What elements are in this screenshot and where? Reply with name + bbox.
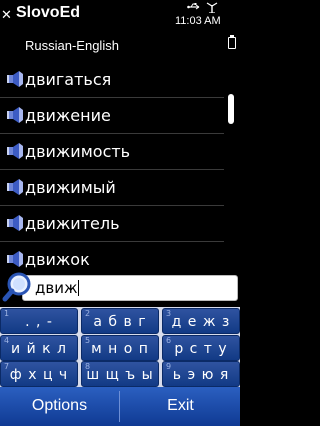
word-label: движитель (25, 214, 120, 233)
app-title: SlovoEd (16, 4, 81, 21)
word-list: двигаться движение движимость движимый д… (0, 62, 240, 272)
signal-antenna-icon (206, 2, 218, 13)
text-caret (78, 280, 80, 296)
speaker-icon[interactable] (6, 251, 24, 267)
softkey-bar: Options Exit (0, 387, 240, 426)
word-label: движимость (25, 142, 131, 161)
options-softkey[interactable]: Options (0, 387, 119, 426)
magnifier-icon[interactable] (2, 271, 34, 303)
key-label: а б в г (93, 314, 147, 330)
speaker-icon[interactable] (6, 215, 24, 231)
speaker-icon[interactable] (6, 143, 24, 159)
list-item[interactable]: движение (0, 98, 224, 134)
list-item[interactable]: двигаться (0, 62, 224, 98)
key-6[interactable]: 6 р с т у (162, 335, 240, 361)
speaker-icon[interactable] (6, 107, 24, 123)
search-bar: движ (0, 271, 240, 307)
search-value: движ (35, 279, 78, 297)
key-4[interactable]: 4 и й к л (0, 335, 78, 361)
list-item[interactable]: движимый (0, 170, 224, 206)
word-label: движок (25, 250, 90, 269)
word-label: двигаться (25, 70, 112, 89)
title-bar: ✕ SlovoEd 11:03 AM (0, 0, 240, 32)
softkey-divider (119, 391, 120, 422)
key-label: м н о п (91, 341, 149, 357)
battery-icon (228, 35, 236, 49)
key-3[interactable]: 3 д е ж з (162, 308, 240, 334)
search-input[interactable]: движ (22, 275, 238, 301)
key-label: ь э ю я (172, 367, 230, 383)
key-label: д е ж з (171, 314, 231, 330)
key-8[interactable]: 8 ш щ ъ ы (81, 361, 159, 387)
key-7[interactable]: 7 ф х ц ч (0, 361, 78, 387)
scrollbar-thumb[interactable] (228, 94, 234, 124)
clock: 11:03 AM (175, 15, 221, 27)
dictionary-name[interactable]: Russian-English (25, 38, 119, 53)
key-9[interactable]: 9 ь э ю я (162, 361, 240, 387)
list-item[interactable]: движимость (0, 134, 224, 170)
key-label: ф х ц ч (9, 367, 69, 383)
word-label: движение (25, 106, 111, 125)
key-2[interactable]: 2 а б в г (81, 308, 159, 334)
usb-icon (187, 3, 200, 10)
key-1[interactable]: 1 . , - (0, 308, 78, 334)
key-label: и й к л (11, 341, 67, 357)
word-label: движимый (25, 178, 116, 197)
speaker-icon[interactable] (6, 179, 24, 195)
key-label: . , - (25, 314, 53, 330)
exit-softkey[interactable]: Exit (121, 387, 240, 426)
key-label: р с т у (174, 341, 228, 357)
key-5[interactable]: 5 м н о п (81, 335, 159, 361)
keypad: 1 . , - 2 а б в г 3 д е ж з 4 и й к л 5 … (0, 307, 240, 387)
close-icon[interactable]: ✕ (1, 9, 13, 23)
key-label: ш щ ъ ы (86, 367, 154, 383)
list-item[interactable]: движитель (0, 206, 224, 242)
speaker-icon[interactable] (6, 71, 24, 87)
